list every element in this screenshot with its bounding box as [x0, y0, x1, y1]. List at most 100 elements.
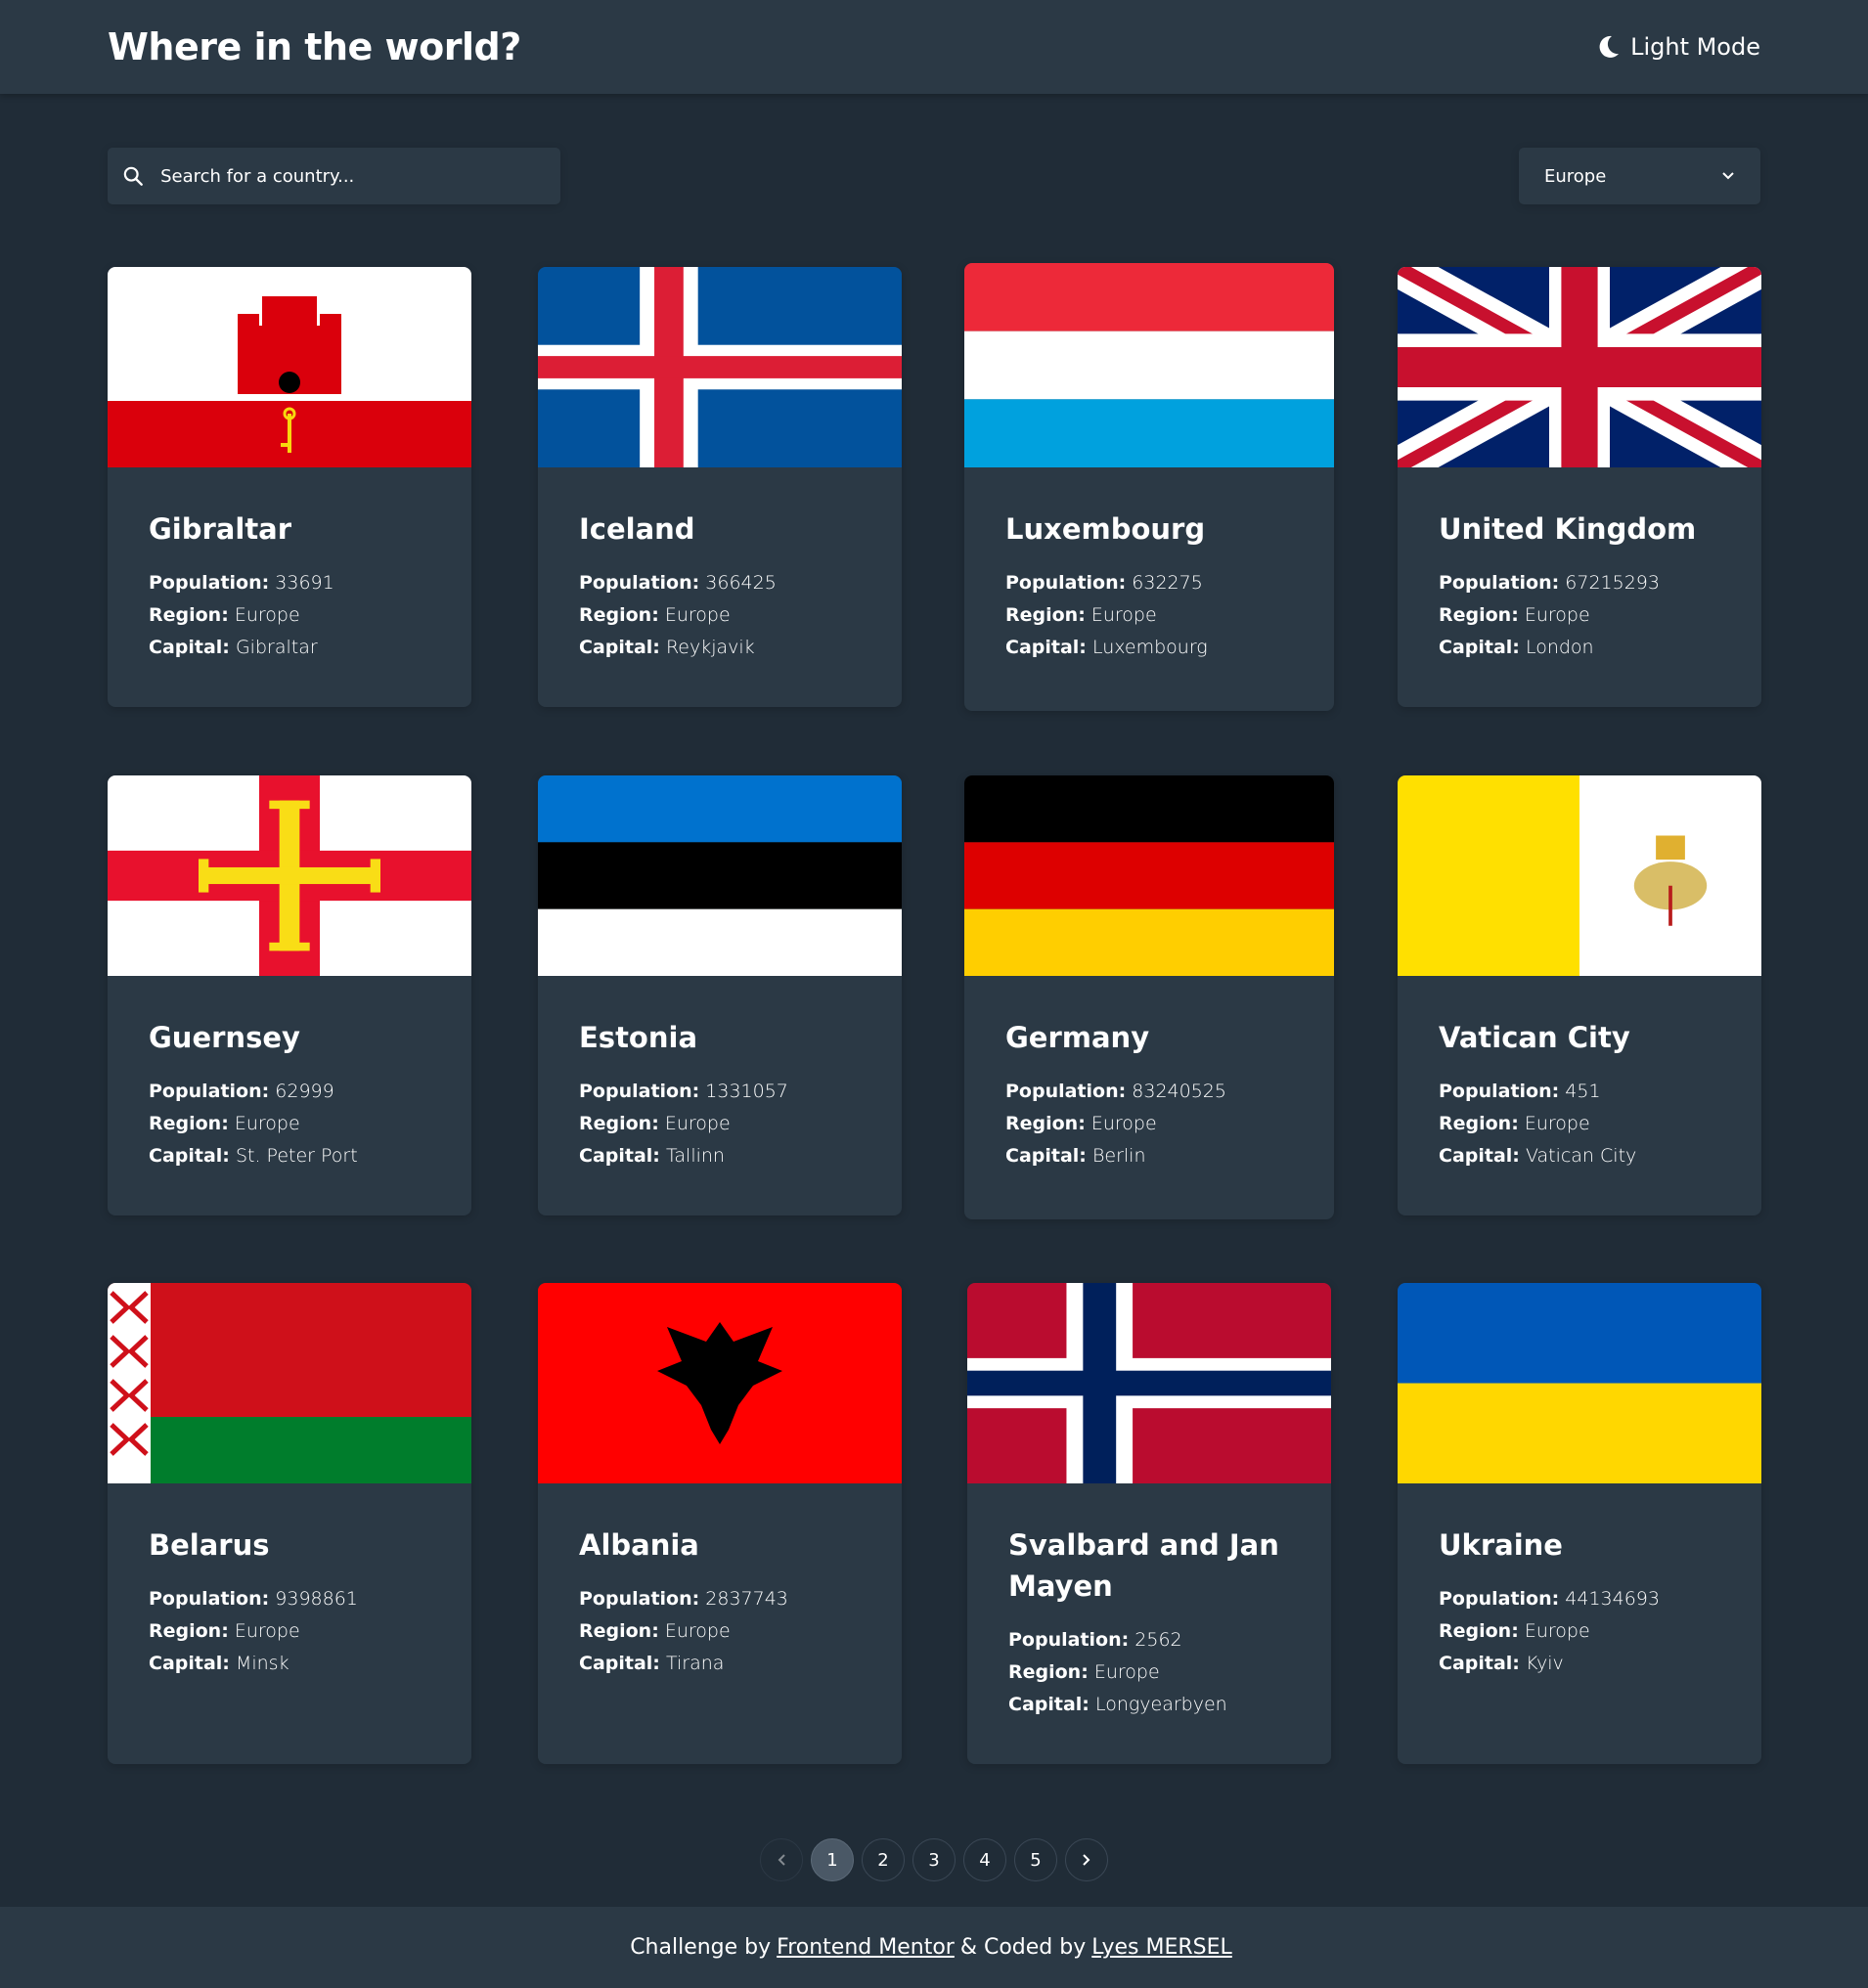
next-page-button[interactable]: [1065, 1838, 1108, 1881]
country-name: Estonia: [579, 1021, 698, 1054]
capital-row: Capital: Tirana: [579, 1653, 725, 1674]
capital-row: Capital: Longyearbyen: [1008, 1694, 1227, 1715]
search-input[interactable]: [160, 165, 545, 187]
country-card-ukraine[interactable]: Ukraine Population: 44134693 Region: Eur…: [1398, 1283, 1761, 1764]
page-button-5[interactable]: 5: [1014, 1838, 1057, 1881]
capital-row: Capital: Berlin: [1005, 1145, 1146, 1167]
region-row: Region: Europe: [579, 1620, 731, 1642]
app-header: Where in the world? Light Mode: [0, 0, 1868, 94]
page-button-4[interactable]: 4: [963, 1838, 1006, 1881]
capital-row: Capital: Luxembourg: [1005, 637, 1208, 658]
capital-row: Capital: Vatican City: [1439, 1145, 1637, 1167]
flag-belarus: [108, 1283, 471, 1483]
country-name: Gibraltar: [149, 512, 292, 546]
flag-iceland: [538, 267, 902, 467]
controls-bar: Europe: [0, 94, 1868, 204]
country-card-estonia[interactable]: Estonia Population: 1331057 Region: Euro…: [538, 775, 902, 1215]
country-name: Vatican City: [1439, 1021, 1630, 1054]
country-card-svalbard-and-jan-mayen[interactable]: Svalbard and Jan Mayen Population: 2562 …: [967, 1283, 1331, 1764]
capital-row: Capital: St. Peter Port: [149, 1145, 358, 1167]
footer-prefix: Challenge by: [630, 1935, 772, 1960]
country-name: Albania: [579, 1528, 699, 1562]
region-row: Region: Europe: [579, 1113, 731, 1134]
page-title: Where in the world?: [108, 25, 521, 68]
region-row: Region: Europe: [1439, 1113, 1590, 1134]
country-card-germany[interactable]: Germany Population: 83240525 Region: Eur…: [964, 775, 1334, 1219]
page-footer: Challenge by Frontend Mentor & Coded by …: [0, 1907, 1868, 1988]
population-row: Population: 67215293: [1439, 572, 1660, 594]
flag-united-kingdom: [1398, 267, 1761, 467]
flag-svalbard-and-jan-mayen: [967, 1283, 1331, 1483]
region-row: Region: Europe: [1005, 1113, 1157, 1134]
population-row: Population: 83240525: [1005, 1081, 1226, 1102]
population-row: Population: 9398861: [149, 1588, 358, 1610]
region-row: Region: Europe: [1005, 604, 1157, 626]
country-name: Guernsey: [149, 1021, 300, 1054]
country-name: United Kingdom: [1439, 512, 1697, 546]
chevron-left-icon: [778, 1854, 785, 1866]
capital-row: Capital: Kyiv: [1439, 1653, 1564, 1674]
moon-icon: [1599, 35, 1620, 58]
chevron-right-icon: [1083, 1854, 1090, 1866]
country-card-albania[interactable]: Albania Population: 2837743 Region: Euro…: [538, 1283, 902, 1764]
population-row: Population: 632275: [1005, 572, 1203, 594]
flag-albania: [538, 1283, 902, 1483]
region-filter-select[interactable]: Europe: [1519, 148, 1760, 204]
population-row: Population: 33691: [149, 572, 334, 594]
population-row: Population: 44134693: [1439, 1588, 1660, 1610]
region-row: Region: Europe: [579, 604, 731, 626]
flag-germany: [964, 775, 1334, 976]
search-icon: [123, 166, 143, 186]
region-filter-value: Europe: [1544, 165, 1607, 187]
flag-ukraine: [1398, 1283, 1761, 1483]
flag-luxembourg: [964, 263, 1334, 467]
page-button-1[interactable]: 1: [811, 1838, 854, 1881]
country-name: Iceland: [579, 512, 695, 546]
flag-guernsey: [108, 775, 471, 976]
country-name: Ukraine: [1439, 1528, 1563, 1562]
region-row: Region: Europe: [1008, 1661, 1160, 1683]
capital-row: Capital: London: [1439, 637, 1594, 658]
theme-toggle-label: Light Mode: [1630, 33, 1760, 61]
flag-gibraltar: [108, 267, 471, 467]
population-row: Population: 451: [1439, 1081, 1601, 1102]
population-row: Population: 2562: [1008, 1629, 1182, 1651]
population-row: Population: 1331057: [579, 1081, 788, 1102]
capital-row: Capital: Tallinn: [579, 1145, 725, 1167]
population-row: Population: 62999: [149, 1081, 334, 1102]
capital-row: Capital: Gibraltar: [149, 637, 318, 658]
country-grid: Gibraltar Population: 33691 Region: Euro…: [0, 204, 1868, 1764]
frontend-mentor-link[interactable]: Frontend Mentor: [777, 1935, 955, 1960]
country-name: Svalbard and Jan Mayen: [1008, 1528, 1279, 1603]
page-button-2[interactable]: 2: [862, 1838, 905, 1881]
theme-toggle-button[interactable]: Light Mode: [1597, 33, 1760, 61]
country-card-united-kingdom[interactable]: United Kingdom Population: 67215293 Regi…: [1398, 267, 1761, 707]
footer-middle: & Coded by: [959, 1935, 1087, 1960]
chevron-down-icon: [1722, 172, 1734, 180]
region-row: Region: Europe: [149, 1620, 300, 1642]
page-button-3[interactable]: 3: [912, 1838, 956, 1881]
country-card-luxembourg[interactable]: Luxembourg Population: 632275 Region: Eu…: [964, 263, 1334, 711]
country-name: Germany: [1005, 1021, 1150, 1054]
region-row: Region: Europe: [1439, 604, 1590, 626]
flag-estonia: [538, 775, 902, 976]
capital-row: Capital: Reykjavik: [579, 637, 755, 658]
author-link[interactable]: Lyes MERSEL: [1091, 1935, 1232, 1960]
region-row: Region: Europe: [149, 604, 300, 626]
country-card-guernsey[interactable]: Guernsey Population: 62999 Region: Europ…: [108, 775, 471, 1215]
country-card-vatican-city[interactable]: Vatican City Population: 451 Region: Eur…: [1398, 775, 1761, 1215]
country-name: Belarus: [149, 1528, 270, 1562]
population-row: Population: 2837743: [579, 1588, 788, 1610]
country-card-iceland[interactable]: Iceland Population: 366425 Region: Europ…: [538, 267, 902, 707]
region-row: Region: Europe: [1439, 1620, 1590, 1642]
prev-page-button[interactable]: [760, 1838, 803, 1881]
search-box[interactable]: [108, 148, 560, 204]
country-card-gibraltar[interactable]: Gibraltar Population: 33691 Region: Euro…: [108, 267, 471, 707]
capital-row: Capital: Minsk: [149, 1653, 289, 1674]
population-row: Population: 366425: [579, 572, 777, 594]
country-name: Luxembourg: [1005, 512, 1206, 546]
flag-vatican-city: [1398, 775, 1761, 976]
pagination: 1 2 3 4 5: [0, 1838, 1868, 1881]
region-row: Region: Europe: [149, 1113, 300, 1134]
country-card-belarus[interactable]: Belarus Population: 9398861 Region: Euro…: [108, 1283, 471, 1764]
